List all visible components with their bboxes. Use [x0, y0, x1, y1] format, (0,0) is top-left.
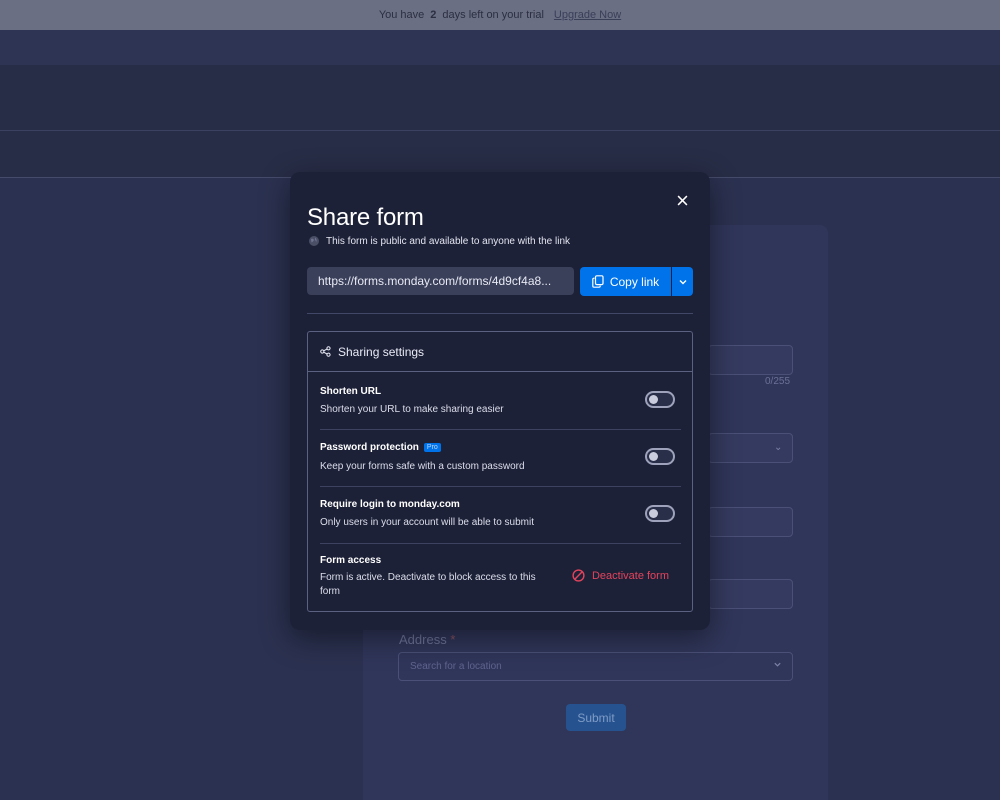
form-url-field[interactable]: https://forms.monday.com/forms/4d9cf4a8.… [307, 267, 574, 295]
required-mark: * [450, 632, 456, 647]
address-label-text: Address [399, 632, 447, 647]
setting-title: Require login to monday.com [320, 499, 460, 510]
submit-button[interactable]: Submit [566, 704, 626, 731]
setting-row-password-protection: Password protection Pro Keep your forms … [320, 430, 681, 487]
globe-icon [309, 236, 319, 246]
trial-banner-suffix: days left on your trial [442, 9, 544, 21]
setting-description: Keep your forms safe with a custom passw… [320, 461, 525, 472]
copy-icon [592, 275, 604, 288]
char-counter: 0/255 [765, 376, 791, 387]
close-button[interactable] [673, 191, 691, 209]
setting-row-form-access: Form access Form is active. Deactivate t… [320, 544, 681, 610]
setting-row-require-login: Require login to monday.com Only users i… [320, 487, 681, 544]
copy-link-button[interactable]: Copy link [580, 267, 671, 296]
text-field[interactable] [708, 345, 793, 375]
deactivate-form-button[interactable]: Deactivate form [572, 569, 669, 582]
shorten-url-toggle[interactable] [645, 391, 675, 408]
block-icon [572, 569, 585, 582]
share-icon [320, 346, 331, 357]
modal-title: Share form [307, 204, 424, 231]
chevron-down-icon [773, 660, 782, 672]
setting-title: Form access [320, 555, 382, 566]
board-header [0, 65, 1000, 131]
password-protection-toggle[interactable] [645, 448, 675, 465]
setting-row-shorten-url: Shorten URL Shorten your URL to make sha… [320, 373, 681, 430]
require-login-toggle[interactable] [645, 505, 675, 522]
upgrade-now-link[interactable]: Upgrade Now [554, 9, 621, 21]
address-input[interactable]: Search for a location [398, 652, 793, 681]
trial-days-count: 2 [430, 9, 437, 21]
copy-link-label: Copy link [609, 274, 660, 289]
address-label: Address * [399, 632, 455, 647]
chevron-down-icon [679, 279, 686, 284]
close-icon [677, 195, 687, 205]
setting-title: Shorten URL [320, 386, 382, 397]
chevron-down-icon: ⌄ [774, 442, 783, 453]
trial-banner-prefix: You have [378, 9, 425, 21]
setting-description: Only users in your account will be able … [320, 517, 534, 528]
setting-title: Password protection [320, 442, 419, 453]
modal-subtitle-text: This form is public and available to any… [326, 235, 571, 247]
top-navigation [0, 30, 1000, 65]
pro-badge: Pro [423, 443, 441, 452]
sharing-settings-panel: Sharing settings Shorten URL Shorten you… [307, 331, 693, 612]
trial-banner: You have 2 days left on your trial Upgra… [0, 0, 1000, 30]
text-field[interactable] [708, 507, 793, 537]
text-field[interactable] [708, 579, 793, 609]
setting-description: Form is active. Deactivate to block acce… [320, 572, 536, 597]
address-placeholder: Search for a location [410, 661, 502, 672]
copy-options-dropdown[interactable] [672, 267, 693, 296]
sharing-settings-header[interactable]: Sharing settings [308, 332, 692, 372]
setting-description: Shorten your URL to make sharing easier [320, 404, 504, 415]
board-toolbar [0, 131, 1000, 178]
sharing-settings-title: Sharing settings [338, 344, 425, 359]
deactivate-form-label: Deactivate form [591, 569, 669, 582]
divider [307, 313, 693, 314]
modal-subtitle: This form is public and available to any… [308, 235, 570, 247]
